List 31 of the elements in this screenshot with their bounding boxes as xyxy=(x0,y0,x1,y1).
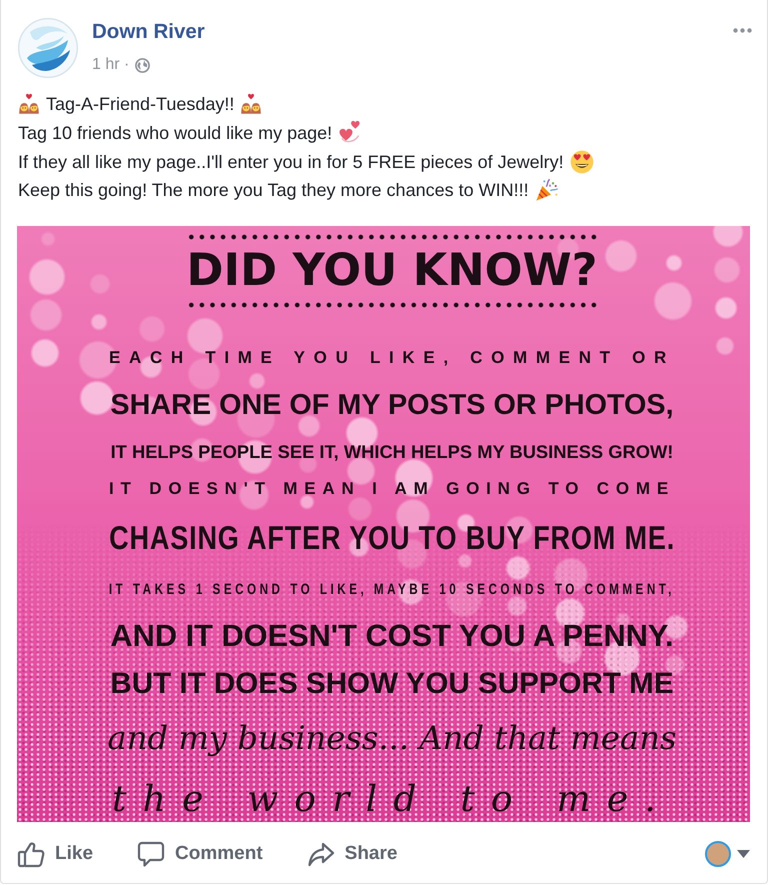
page-name-link[interactable]: Down River xyxy=(92,19,205,45)
post-message-line: If they all like my page..I'll enter you in for 5 FREE pieces of Jewelry! xyxy=(18,150,564,174)
image-text-line: the world to me. xyxy=(112,778,672,822)
image-text-line: IT DOESN'T MEAN I AM GOING TO COME xyxy=(108,478,675,500)
comment-button[interactable]: Comment xyxy=(137,840,263,868)
post-timestamp[interactable]: 1 hr · xyxy=(92,55,130,75)
post-message-line: Tag 10 friends who would like my page! xyxy=(18,122,332,146)
globe-icon xyxy=(135,58,150,72)
image-text-line: IT HELPS PEOPLE SEE IT, WHICH HELPS MY BUSINESS GROW! xyxy=(110,440,674,463)
post-message-line: Keep this going! The more you Tag they more chances to WIN!!! xyxy=(18,179,529,202)
like-button[interactable]: Like xyxy=(17,840,94,868)
heart-eyes-face-icon xyxy=(570,150,594,174)
thumbs-up-icon xyxy=(17,840,45,868)
image-text-line: SHARE ONE OF MY POSTS OR PHOTOS, xyxy=(110,388,674,421)
couple-with-heart-icon xyxy=(18,93,40,116)
party-popper-icon xyxy=(534,178,559,202)
image-text-line: and my business... And that means xyxy=(108,718,676,758)
caret-icon[interactable] xyxy=(737,850,750,858)
more-options-icon[interactable] xyxy=(733,28,752,33)
image-heading: DID YOU KNOW? xyxy=(186,248,598,291)
image-text-line: AND IT DOESN'T COST YOU A PENNY. xyxy=(110,620,674,652)
image-text-line: CHASING AFTER YOU TO BUY FROM ME. xyxy=(109,518,675,558)
image-text-line: IT TAKES 1 SECOND TO LIKE, MAYBE 10 SECONDS TO COMMENT, xyxy=(109,580,675,600)
page-avatar[interactable] xyxy=(18,18,78,78)
share-button[interactable]: Share xyxy=(306,840,398,868)
post-message-line: Tag-A-Friend-Tuesday!! xyxy=(46,93,234,116)
couple-with-heart-icon xyxy=(240,93,262,116)
image-text-line: EACH TIME YOU LIKE, COMMENT OR xyxy=(108,346,675,369)
comment-icon xyxy=(137,840,166,868)
profile-avatar[interactable] xyxy=(705,840,731,867)
image-text-line: BUT IT DOES SHOW YOU SUPPORT ME xyxy=(110,668,674,700)
